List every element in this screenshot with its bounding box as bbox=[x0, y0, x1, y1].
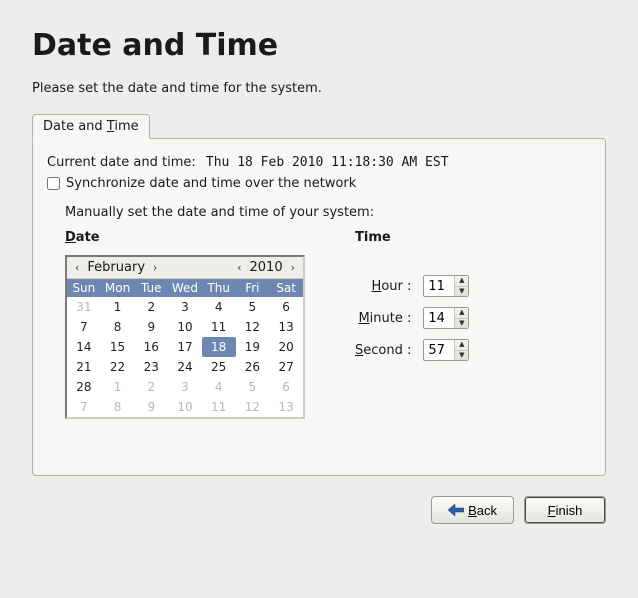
sync-network-checkbox[interactable] bbox=[47, 177, 60, 190]
second-down-icon[interactable]: ▼ bbox=[455, 350, 468, 361]
calendar-day[interactable]: 25 bbox=[202, 357, 236, 377]
manual-set-label: Manually set the date and time of your s… bbox=[65, 205, 591, 220]
calendar-dow: Sat bbox=[269, 279, 303, 297]
date-column: Date ‹ February › ‹ 2010 › bbox=[65, 230, 305, 419]
calendar-day[interactable]: 12 bbox=[236, 397, 270, 417]
calendar-day[interactable]: 13 bbox=[269, 317, 303, 337]
calendar-day[interactable]: 7 bbox=[67, 317, 101, 337]
next-year-icon[interactable]: › bbox=[289, 261, 297, 274]
calendar-day[interactable]: 12 bbox=[236, 317, 270, 337]
minute-label: Minute : bbox=[355, 311, 413, 326]
calendar-day[interactable]: 18 bbox=[202, 337, 236, 357]
next-month-icon[interactable]: › bbox=[151, 261, 159, 274]
calendar: ‹ February › ‹ 2010 › SunMonTueWedThuFri… bbox=[65, 255, 305, 419]
year-selector[interactable]: ‹ 2010 › bbox=[235, 260, 297, 275]
calendar-day[interactable]: 10 bbox=[168, 397, 202, 417]
calendar-day[interactable]: 4 bbox=[202, 297, 236, 317]
calendar-day[interactable]: 2 bbox=[134, 297, 168, 317]
time-section-title: Time bbox=[355, 230, 469, 245]
calendar-day[interactable]: 11 bbox=[202, 397, 236, 417]
prev-month-icon[interactable]: ‹ bbox=[73, 261, 81, 274]
calendar-day[interactable]: 5 bbox=[236, 377, 270, 397]
calendar-day[interactable]: 26 bbox=[236, 357, 270, 377]
page-title: Date and Time bbox=[32, 28, 606, 63]
calendar-day[interactable]: 24 bbox=[168, 357, 202, 377]
calendar-day[interactable]: 1 bbox=[101, 297, 135, 317]
current-datetime-label: Current date and time: bbox=[47, 155, 196, 170]
calendar-dow: Thu bbox=[202, 279, 236, 297]
date-time-panel: Current date and time: Thu 18 Feb 2010 1… bbox=[32, 138, 606, 476]
calendar-day[interactable]: 3 bbox=[168, 297, 202, 317]
intro-text: Please set the date and time for the sys… bbox=[32, 81, 606, 96]
second-label: Second : bbox=[355, 343, 413, 358]
calendar-day[interactable]: 1 bbox=[101, 377, 135, 397]
calendar-day[interactable]: 16 bbox=[134, 337, 168, 357]
calendar-dow: Tue bbox=[134, 279, 168, 297]
calendar-day[interactable]: 3 bbox=[168, 377, 202, 397]
calendar-dow: Wed bbox=[168, 279, 202, 297]
calendar-day[interactable]: 11 bbox=[202, 317, 236, 337]
calendar-day[interactable]: 9 bbox=[134, 397, 168, 417]
back-arrow-icon bbox=[448, 504, 464, 516]
sync-network-label: Synchronize date and time over the netwo… bbox=[66, 176, 356, 191]
calendar-dow: Sun bbox=[67, 279, 101, 297]
hour-label: Hour : bbox=[355, 279, 413, 294]
hour-up-icon[interactable]: ▲ bbox=[455, 276, 468, 286]
current-datetime-value: Thu 18 Feb 2010 11:18:30 AM EST bbox=[206, 155, 449, 170]
calendar-day[interactable]: 15 bbox=[101, 337, 135, 357]
hour-spinner[interactable]: ▲▼ bbox=[423, 275, 469, 297]
year-label: 2010 bbox=[250, 260, 283, 275]
month-label: February bbox=[87, 260, 145, 275]
minute-input[interactable] bbox=[424, 308, 454, 328]
calendar-dow: Mon bbox=[101, 279, 135, 297]
calendar-day[interactable]: 21 bbox=[67, 357, 101, 377]
calendar-day[interactable]: 23 bbox=[134, 357, 168, 377]
calendar-day[interactable]: 2 bbox=[134, 377, 168, 397]
calendar-day[interactable]: 22 bbox=[101, 357, 135, 377]
calendar-day[interactable]: 20 bbox=[269, 337, 303, 357]
month-selector[interactable]: ‹ February › bbox=[73, 260, 159, 275]
minute-spinner[interactable]: ▲▼ bbox=[423, 307, 469, 329]
calendar-day[interactable]: 31 bbox=[67, 297, 101, 317]
tab-date-and-time[interactable]: Date and Time bbox=[32, 114, 150, 139]
calendar-day[interactable]: 28 bbox=[67, 377, 101, 397]
prev-year-icon[interactable]: ‹ bbox=[235, 261, 243, 274]
calendar-day[interactable]: 8 bbox=[101, 397, 135, 417]
second-up-icon[interactable]: ▲ bbox=[455, 340, 468, 350]
calendar-day[interactable]: 8 bbox=[101, 317, 135, 337]
calendar-day[interactable]: 14 bbox=[67, 337, 101, 357]
calendar-day[interactable]: 19 bbox=[236, 337, 270, 357]
calendar-day[interactable]: 13 bbox=[269, 397, 303, 417]
calendar-day[interactable]: 6 bbox=[269, 377, 303, 397]
calendar-day[interactable]: 9 bbox=[134, 317, 168, 337]
minute-up-icon[interactable]: ▲ bbox=[455, 308, 468, 318]
date-section-title: Date bbox=[65, 230, 305, 245]
calendar-day[interactable]: 5 bbox=[236, 297, 270, 317]
hour-down-icon[interactable]: ▼ bbox=[455, 286, 468, 297]
calendar-day[interactable]: 10 bbox=[168, 317, 202, 337]
minute-down-icon[interactable]: ▼ bbox=[455, 318, 468, 329]
second-input[interactable] bbox=[424, 340, 454, 360]
calendar-dow: Fri bbox=[236, 279, 270, 297]
calendar-day[interactable]: 7 bbox=[67, 397, 101, 417]
calendar-day[interactable]: 4 bbox=[202, 377, 236, 397]
calendar-day[interactable]: 27 bbox=[269, 357, 303, 377]
back-button[interactable]: Back bbox=[431, 496, 514, 524]
finish-button[interactable]: Finish bbox=[524, 496, 606, 524]
hour-input[interactable] bbox=[424, 276, 454, 296]
calendar-grid: SunMonTueWedThuFriSat 311234567891011121… bbox=[67, 279, 303, 417]
second-spinner[interactable]: ▲▼ bbox=[423, 339, 469, 361]
time-column: Time Hour : ▲▼ Minute : ▲▼ Second : bbox=[355, 230, 469, 419]
calendar-day[interactable]: 6 bbox=[269, 297, 303, 317]
tab-label: Date and Time bbox=[43, 119, 139, 134]
calendar-day[interactable]: 17 bbox=[168, 337, 202, 357]
